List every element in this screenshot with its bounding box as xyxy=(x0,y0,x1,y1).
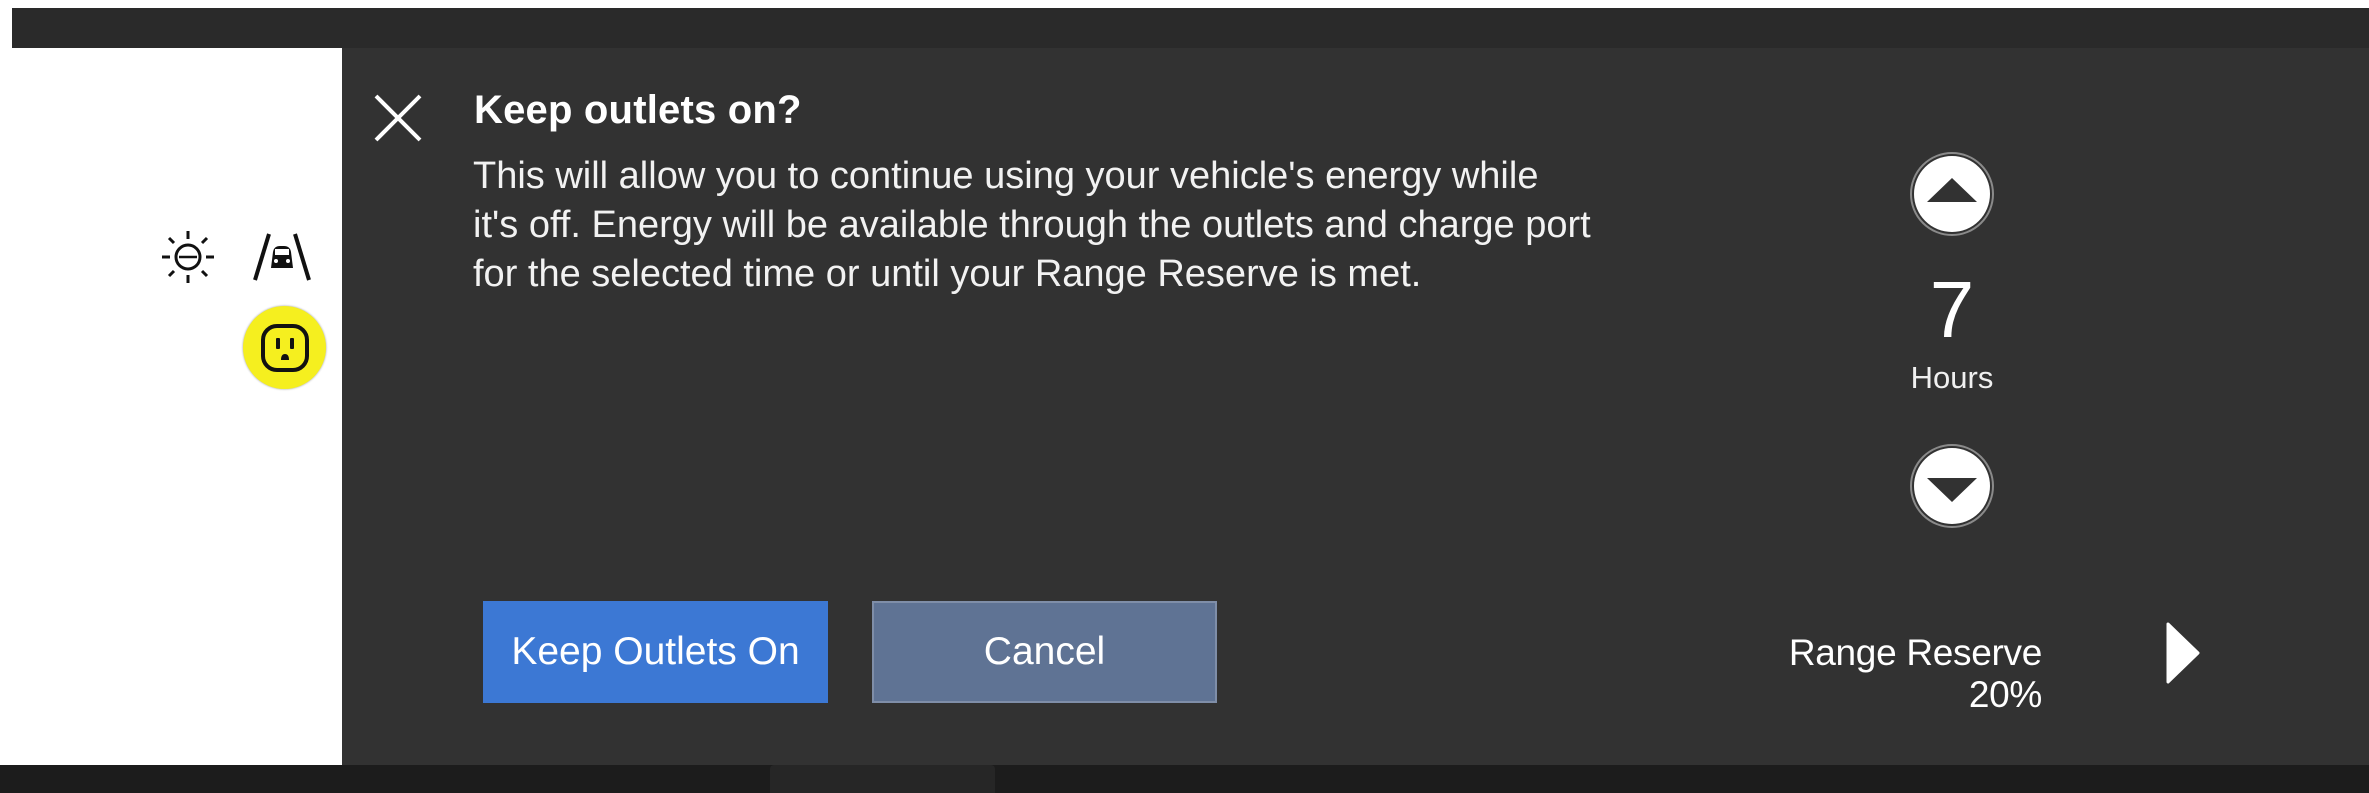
close-icon[interactable] xyxy=(370,90,426,146)
power-outlet-button[interactable] xyxy=(243,306,326,389)
lane-assist-icon xyxy=(253,233,311,281)
bottom-bezel xyxy=(0,765,2369,793)
light-icon xyxy=(162,231,214,283)
chevron-right-icon[interactable] xyxy=(2164,620,2202,686)
cancel-button[interactable]: Cancel xyxy=(872,601,1217,703)
hours-unit-label: Hours xyxy=(1910,360,1994,395)
power-outlet-icon xyxy=(260,323,309,372)
status-icon-panel xyxy=(12,48,342,765)
left-edge xyxy=(0,0,12,793)
triangle-up-icon xyxy=(1914,156,1990,232)
keep-outlets-dialog: Keep outlets on? This will allow you to … xyxy=(342,48,2369,765)
hours-decrease-button[interactable] xyxy=(1910,444,1994,528)
dialog-message: This will allow you to continue using yo… xyxy=(473,155,1591,295)
hours-increase-button[interactable] xyxy=(1910,152,1994,236)
dialog-title: Keep outlets on? xyxy=(474,88,802,132)
keep-outlets-on-button[interactable]: Keep Outlets On xyxy=(483,601,828,703)
triangle-down-icon xyxy=(1914,448,1990,524)
top-bezel xyxy=(0,0,2369,48)
hours-value: 7 xyxy=(1929,265,1975,354)
range-reserve-link[interactable]: Range Reserve 20% xyxy=(1762,632,2042,716)
